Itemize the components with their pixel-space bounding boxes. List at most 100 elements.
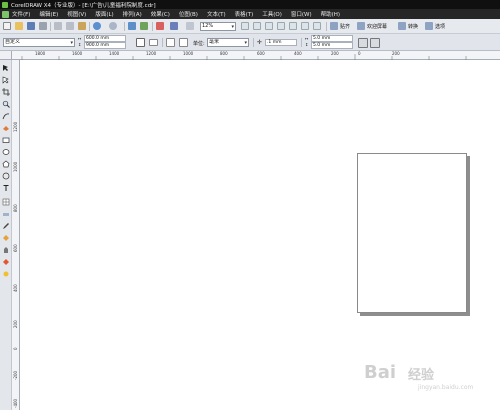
page-width-field[interactable]: 600.0 mm xyxy=(84,35,126,42)
ruler-tick-label: 600 xyxy=(13,244,18,252)
zoom-page-height-icon[interactable] xyxy=(313,22,321,30)
menu-arrange[interactable]: 排列(A) xyxy=(123,10,142,18)
text-tool-icon[interactable] xyxy=(2,184,10,192)
ruler-tick-label: -200 xyxy=(13,370,18,380)
duplicate-distance-y-field[interactable]: 5.0 mm xyxy=(311,42,353,49)
redo-icon[interactable] xyxy=(109,22,117,30)
window-title: CorelDRAW X4（专业版）- [E:\广告\儿童福利院制度.cdr] xyxy=(11,2,156,9)
zoom-in-icon[interactable] xyxy=(241,22,249,30)
fill-tool-icon[interactable] xyxy=(2,258,10,266)
zoom-page-icon[interactable] xyxy=(289,22,297,30)
ruler-tick-label: 1200 xyxy=(13,121,18,132)
menu-help[interactable]: 帮助(H) xyxy=(321,10,340,18)
convert-icon[interactable] xyxy=(398,22,406,30)
portrait-orientation-icon[interactable] xyxy=(136,38,145,47)
landscape-orientation-icon[interactable] xyxy=(149,39,158,46)
table-tool-icon[interactable] xyxy=(2,198,10,206)
toolbar-separator xyxy=(89,22,90,31)
options-label[interactable]: 选项 xyxy=(435,23,445,30)
application-launcher-icon[interactable] xyxy=(156,22,164,30)
dimension-tool-icon[interactable] xyxy=(2,210,10,218)
eyedropper-tool-icon[interactable] xyxy=(2,222,10,230)
drawing-canvas[interactable] xyxy=(21,60,500,410)
welcome-screen-label[interactable]: 欢迎屏幕 xyxy=(367,23,387,30)
options-icon[interactable] xyxy=(425,22,433,30)
menu-bar: 文件(F) 编辑(E) 视图(V) 版面(L) 排列(A) 效果(C) 位图(B… xyxy=(0,9,500,19)
zoom-all-objects-icon[interactable] xyxy=(277,22,285,30)
ellipse-tool-icon[interactable] xyxy=(2,148,10,156)
nudge-icon: ✛ xyxy=(257,39,263,46)
interactive-fill-tool-icon[interactable] xyxy=(2,234,10,242)
toolbar-separator xyxy=(301,38,302,47)
draw-objects-icon[interactable] xyxy=(370,38,380,48)
zoom-level-select[interactable]: 12% ▾ xyxy=(200,22,236,31)
copy-icon[interactable] xyxy=(66,22,74,30)
print-icon[interactable] xyxy=(39,22,47,30)
menu-bitmaps[interactable]: 位图(B) xyxy=(179,10,198,18)
units-select[interactable]: 毫米 ▾ xyxy=(207,38,249,47)
page-size-select[interactable]: 自定义 ▾ xyxy=(3,38,75,47)
paste-icon[interactable] xyxy=(78,22,86,30)
shape-tool-icon[interactable] xyxy=(2,76,10,84)
undo-icon[interactable] xyxy=(93,22,101,30)
corel-online-icon[interactable] xyxy=(170,22,178,30)
interactive-mesh-tool-icon[interactable] xyxy=(2,270,10,278)
ruler-tick-label: -400 xyxy=(13,398,18,408)
coreldraw-app-icon xyxy=(2,1,8,8)
convert-label[interactable]: 转换 xyxy=(408,23,418,30)
all-pages-icon[interactable] xyxy=(166,38,175,47)
page-height-field[interactable]: 900.0 mm xyxy=(84,42,126,49)
full-screen-preview-icon[interactable] xyxy=(186,22,194,30)
menu-layout[interactable]: 版面(L) xyxy=(95,10,113,18)
menu-edit[interactable]: 编辑(E) xyxy=(39,10,58,18)
duplicate-y-icon: ↕ xyxy=(305,42,309,47)
zoom-level-value: 12% xyxy=(202,23,214,29)
vertical-ruler[interactable]: 1200 1000 800 600 400 200 0 -200 -400 xyxy=(12,60,20,410)
chevron-down-icon: ▾ xyxy=(231,24,234,30)
menu-table[interactable]: 表格(T) xyxy=(235,10,254,18)
menu-tools[interactable]: 工具(O) xyxy=(262,10,282,18)
ruler-corner[interactable] xyxy=(0,51,12,60)
ruler-tick-label: 400 xyxy=(13,284,18,292)
welcome-screen-icon[interactable] xyxy=(357,22,365,30)
outline-pen-tool-icon[interactable] xyxy=(2,246,10,254)
snap-to-label[interactable]: 贴齐 xyxy=(340,23,350,30)
ruler-tick-label: 200 xyxy=(13,320,18,328)
polygon-tool-icon[interactable] xyxy=(2,160,10,168)
basic-shapes-tool-icon[interactable] xyxy=(2,172,10,180)
duplicate-distance-x-field[interactable]: 5.0 mm xyxy=(311,35,353,42)
freehand-tool-icon[interactable] xyxy=(2,112,10,120)
width-icon: ↔ xyxy=(78,36,82,41)
document-page[interactable] xyxy=(357,153,467,313)
menu-effects[interactable]: 效果(C) xyxy=(151,10,170,18)
menu-view[interactable]: 视图(V) xyxy=(67,10,86,18)
toolbar-separator xyxy=(253,38,254,47)
import-icon[interactable] xyxy=(128,22,136,30)
export-icon[interactable] xyxy=(140,22,148,30)
cut-icon[interactable] xyxy=(54,22,62,30)
zoom-page-width-icon[interactable] xyxy=(301,22,309,30)
current-page-icon[interactable] xyxy=(179,38,188,47)
new-document-icon[interactable] xyxy=(3,22,11,30)
crop-tool-icon[interactable] xyxy=(2,88,10,96)
horizontal-ruler[interactable]: 1800 1600 1400 1200 1000 800 600 400 200… xyxy=(12,51,500,60)
pick-tool-icon[interactable] xyxy=(2,64,10,72)
rectangle-tool-icon[interactable] xyxy=(2,136,10,144)
smart-fill-tool-icon[interactable] xyxy=(2,124,10,132)
document-icon[interactable] xyxy=(2,10,9,18)
nudge-distance-field[interactable]: .1 mm xyxy=(265,39,297,46)
ruler-tick-label: 0 xyxy=(13,347,18,350)
zoom-selected-icon[interactable] xyxy=(265,22,273,30)
zoom-tool-icon[interactable] xyxy=(2,100,10,108)
open-folder-icon[interactable] xyxy=(15,22,23,30)
watermark-brand-sub: 经验 xyxy=(408,368,435,383)
save-icon[interactable] xyxy=(27,22,35,30)
menu-text[interactable]: 文本(T) xyxy=(207,10,226,18)
treat-as-filled-icon[interactable] xyxy=(358,38,368,48)
zoom-out-icon[interactable] xyxy=(253,22,261,30)
toolbar-separator xyxy=(152,22,153,31)
menu-window[interactable]: 窗口(W) xyxy=(291,10,312,18)
units-value: 毫米 xyxy=(209,39,220,45)
snap-to-icon[interactable] xyxy=(330,22,338,30)
menu-file[interactable]: 文件(F) xyxy=(12,10,30,18)
